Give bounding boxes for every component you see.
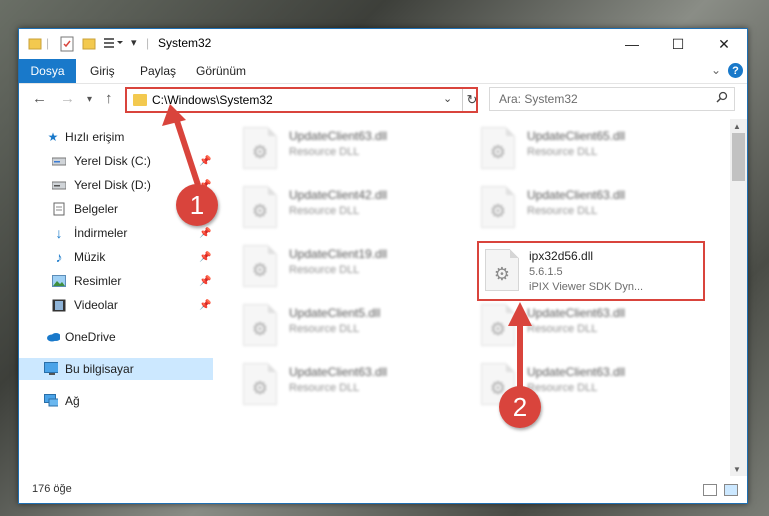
annotation-badge-1: 1 <box>176 184 218 226</box>
arrow-2 <box>508 302 532 390</box>
annotation-arrows <box>162 104 532 390</box>
arrow-1 <box>162 104 201 186</box>
annotation-badge-2: 2 <box>499 386 541 428</box>
